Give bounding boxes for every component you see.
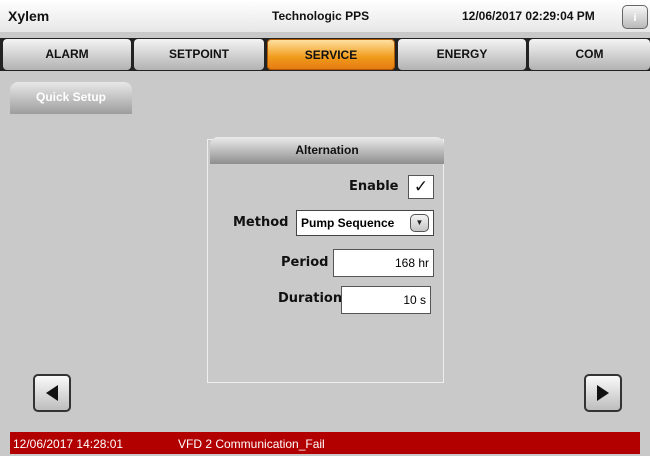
method-select-value: Pump Sequence [301, 216, 395, 230]
chevron-down-icon[interactable]: ▼ [410, 214, 429, 232]
datetime-display: 12/06/2017 02:29:04 PM [462, 9, 595, 23]
top-bar: Xylem Technologic PPS 12/06/2017 02:29:0… [0, 0, 650, 32]
alarm-message: VFD 2 Communication_Fail [178, 437, 325, 451]
method-label: Method [233, 215, 289, 230]
enable-checkbox[interactable]: ✓ [408, 175, 434, 199]
previous-page-button[interactable] [33, 374, 71, 412]
triangle-left-icon [46, 385, 58, 401]
enable-label: Enable [349, 179, 399, 194]
tab-setpoint[interactable]: SETPOINT [134, 39, 264, 70]
period-input[interactable]: 168 hr [333, 249, 434, 277]
main-tabs: ALARM SETPOINT SERVICE ENERGY COM [0, 38, 650, 71]
period-label: Period [281, 255, 329, 270]
info-button[interactable]: i [622, 5, 648, 29]
duration-label: Duration [278, 291, 343, 306]
tab-service[interactable]: SERVICE [267, 39, 395, 70]
duration-input[interactable]: 10 s [341, 286, 431, 314]
tab-energy[interactable]: ENERGY [398, 39, 526, 70]
quick-setup-tab[interactable]: Quick Setup [10, 82, 132, 114]
app-title: Technologic PPS [272, 9, 370, 23]
alarm-timestamp: 12/06/2017 14:28:01 [13, 437, 124, 451]
method-select[interactable]: Pump Sequence ▼ [296, 210, 434, 236]
brand-name: Xylem [8, 8, 50, 24]
tab-alarm[interactable]: ALARM [3, 39, 131, 70]
triangle-right-icon [597, 385, 609, 401]
alternation-panel-title: Alternation [210, 137, 444, 164]
tab-com[interactable]: COM [529, 39, 650, 70]
next-page-button[interactable] [584, 374, 622, 412]
alarm-banner[interactable]: 12/06/2017 14:28:01 VFD 2 Communication_… [10, 432, 640, 454]
